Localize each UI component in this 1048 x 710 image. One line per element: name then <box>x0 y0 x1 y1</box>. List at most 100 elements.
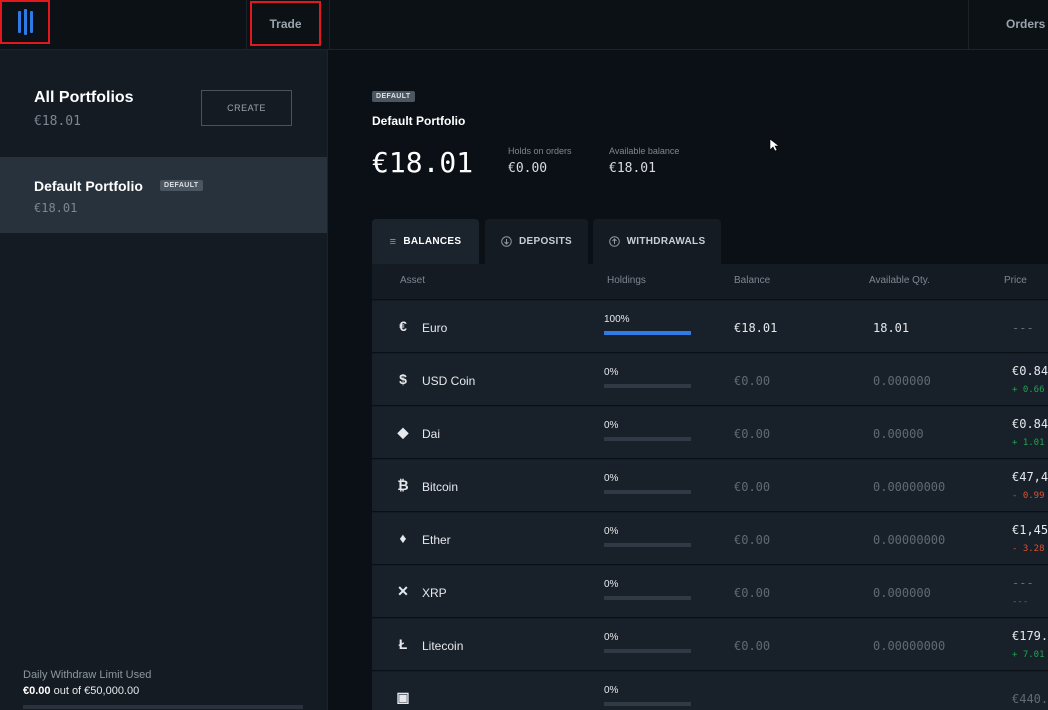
available-balance: Available balance €18.01 <box>609 146 679 176</box>
orders-button[interactable]: Orders <box>1006 17 1045 31</box>
price-value: €47,4 <box>1012 470 1048 484</box>
holding-percent: 0% <box>604 473 619 484</box>
page-title: Default Portfolio <box>372 114 466 128</box>
asset-name: Dai <box>422 427 441 441</box>
default-badge: DEFAULT <box>372 91 415 102</box>
table-row[interactable]: € Euro 100% €18.01 18.01 --- <box>372 301 1048 353</box>
column-holdings[interactable]: Holdings <box>607 275 646 286</box>
portfolio-main: DEFAULT Default Portfolio €18.01 Holds o… <box>329 50 1048 710</box>
holding-percent: 0% <box>604 526 619 537</box>
trade-button[interactable]: Trade <box>250 1 321 46</box>
holding-percent: 0% <box>604 579 619 590</box>
asset-name: Bitcoin <box>422 480 459 494</box>
asset-name: USD Coin <box>422 374 476 388</box>
available-qty: 0.00000000 <box>873 639 946 653</box>
table-row[interactable]: ♦ Ether 0% €0.00 0.00000000 €1,45 - 3.28 <box>372 513 1048 565</box>
tab-label: WITHDRAWALS <box>626 236 706 247</box>
table-header: Asset Holdings Balance Available Qty. Pr… <box>372 264 1048 300</box>
default-badge: DEFAULT <box>160 180 203 191</box>
bitcoin-icon: ₿ <box>397 477 409 493</box>
usdc-icon: $ <box>399 371 407 387</box>
portfolio-amount: €18.01 <box>34 201 78 215</box>
tab-withdrawals[interactable]: WITHDRAWALS <box>593 219 721 264</box>
price-value: €0.84 <box>1012 364 1048 378</box>
price-change: + 1.01 <box>1012 438 1045 448</box>
price-change: - 0.99 <box>1012 491 1045 501</box>
table-row[interactable]: $ USD Coin 0% €0.00 0.000000 €0.84 + 0.66 <box>372 354 1048 406</box>
holds-on-orders: Holds on orders €0.00 <box>508 146 572 176</box>
available-value: €18.01 <box>609 161 656 176</box>
price-change: + 7.01 <box>1012 650 1045 660</box>
withdraw-limit-label: Daily Withdraw Limit Used <box>23 669 152 681</box>
all-portfolios-title[interactable]: All Portfolios <box>34 89 134 107</box>
arrow-down-circle-icon <box>501 236 512 247</box>
holding-bar <box>604 331 691 335</box>
holding-bar <box>604 702 691 706</box>
dai-icon: ◆ <box>397 423 409 440</box>
column-balance[interactable]: Balance <box>734 275 770 286</box>
available-qty: 18.01 <box>873 321 910 335</box>
litecoin-icon: Ł <box>398 636 408 652</box>
withdraw-limit-total: out of €50,000.00 <box>53 685 140 697</box>
list-icon: ≡ <box>389 235 397 248</box>
portfolio-sidebar: All Portfolios €18.01 CREATE Default Por… <box>0 50 328 710</box>
asset-name: XRP <box>422 586 447 600</box>
all-portfolios-amount: €18.01 <box>34 114 81 129</box>
create-portfolio-button[interactable]: CREATE <box>201 90 292 126</box>
asset-name: Litecoin <box>422 639 464 653</box>
divider <box>968 0 969 50</box>
xrp-icon: ✕ <box>397 582 409 599</box>
holds-value: €0.00 <box>508 161 548 176</box>
price-value: --- <box>1012 576 1034 590</box>
column-available[interactable]: Available Qty. <box>869 275 930 286</box>
asset-name: Ether <box>422 533 451 547</box>
holding-bar <box>604 596 691 600</box>
available-qty: 0.000000 <box>873 374 931 388</box>
balances-table: Asset Holdings Balance Available Qty. Pr… <box>372 264 1048 710</box>
table-row[interactable]: ✕ XRP 0% €0.00 0.000000 --- --- <box>372 566 1048 618</box>
balance-value: €0.00 <box>734 533 771 547</box>
tab-label: BALANCES <box>403 236 462 247</box>
holding-bar <box>604 490 691 494</box>
holding-percent: 0% <box>604 632 619 643</box>
table-row[interactable]: ₿ Bitcoin 0% €0.00 0.00000000 €47,4 - 0.99 <box>372 460 1048 512</box>
available-qty: 0.000000 <box>873 586 931 600</box>
table-row[interactable]: ▣ 0% €440. <box>372 672 1048 710</box>
divider <box>246 0 247 50</box>
holding-percent: 0% <box>604 367 619 378</box>
withdraw-limit-bar <box>23 705 303 709</box>
available-qty: 0.00000000 <box>873 533 946 547</box>
column-asset[interactable]: Asset <box>400 275 425 286</box>
portfolio-total: €18.01 <box>372 146 474 179</box>
tab-balances[interactable]: ≡ BALANCES <box>372 219 479 264</box>
price-value: --- <box>1012 321 1034 335</box>
balance-value: €0.00 <box>734 480 771 494</box>
price-value: €0.84 <box>1012 417 1048 431</box>
balance-value: €18.01 <box>734 321 778 335</box>
asset-icon: ▣ <box>396 688 410 705</box>
withdraw-limit-used: €0.00 <box>23 685 51 697</box>
ether-icon: ♦ <box>399 530 407 546</box>
top-bar: Trade Orders <box>0 0 1048 50</box>
table-row[interactable]: Ł Litecoin 0% €0.00 0.00000000 €179. + 7.01 <box>372 619 1048 671</box>
holding-percent: 0% <box>604 420 619 431</box>
price-change: - 3.28 <box>1012 544 1045 554</box>
table-row[interactable]: ◆ Dai 0% €0.00 0.00000 €0.84 + 1.01 <box>372 407 1048 459</box>
logo-button[interactable] <box>0 0 50 44</box>
price-change: --- <box>1012 597 1029 607</box>
arrow-up-circle-icon <box>608 236 620 247</box>
logo-icon <box>17 9 33 35</box>
column-price[interactable]: Price <box>1004 275 1027 286</box>
balance-value: €0.00 <box>734 427 771 441</box>
available-qty: 0.00000 <box>873 427 924 441</box>
holding-percent: 100% <box>604 314 630 325</box>
available-label: Available balance <box>609 146 680 156</box>
balance-value: €0.00 <box>734 639 771 653</box>
available-qty: 0.00000000 <box>873 480 946 494</box>
asset-name: Euro <box>422 321 448 335</box>
portfolio-name: Default Portfolio <box>34 178 143 194</box>
tab-deposits[interactable]: DEPOSITS <box>485 219 588 264</box>
sidebar-item-default-portfolio[interactable]: Default Portfolio DEFAULT €18.01 <box>0 157 327 233</box>
holding-bar <box>604 437 691 441</box>
euro-icon: € <box>399 318 407 334</box>
